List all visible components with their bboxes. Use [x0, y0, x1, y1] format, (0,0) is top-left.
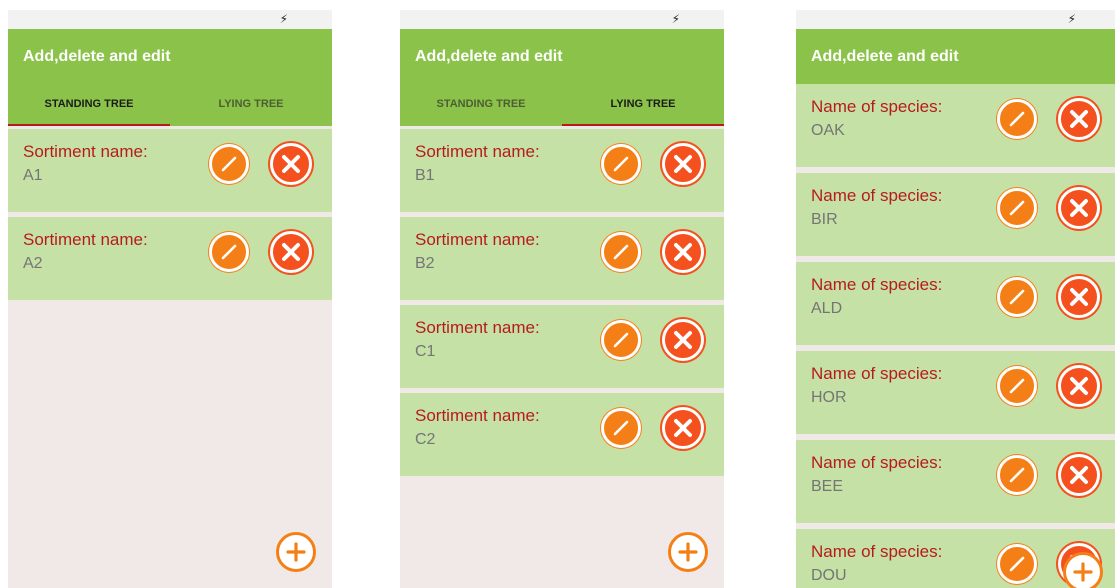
close-icon	[674, 331, 692, 349]
sortiment-list: Sortiment name: B1 Sortiment name: B2 So…	[400, 126, 724, 476]
close-icon	[674, 243, 692, 261]
edit-pencil-icon	[1009, 200, 1025, 216]
delete-button[interactable]	[662, 407, 704, 449]
tab-standing-tree[interactable]: STANDING TREE	[400, 84, 562, 126]
screen-standing-tree: ⚡ Add,delete and edit STANDING TREE LYIN…	[8, 10, 332, 588]
screen-species: ⚡ Add,delete and edit Name of species: O…	[796, 10, 1115, 588]
delete-button[interactable]	[1058, 365, 1100, 407]
list-item[interactable]: Name of species: ALD	[796, 262, 1115, 345]
edit-button[interactable]	[997, 544, 1037, 584]
charging-bolt-icon: ⚡	[279, 12, 288, 26]
close-icon	[1070, 466, 1088, 484]
close-icon	[1070, 288, 1088, 306]
delete-button[interactable]	[270, 231, 312, 273]
delete-button[interactable]	[270, 143, 312, 185]
edit-pencil-icon	[1009, 378, 1025, 394]
list-item[interactable]: Name of species: BIR	[796, 173, 1115, 256]
app-title: Add,delete and edit	[811, 48, 959, 65]
charging-bolt-icon: ⚡	[671, 12, 680, 26]
edit-pencil-icon	[1009, 289, 1025, 305]
edit-pencil-icon	[613, 420, 629, 436]
delete-button[interactable]	[662, 319, 704, 361]
list-item[interactable]: Name of species: HOR	[796, 351, 1115, 434]
edit-button[interactable]	[209, 232, 249, 272]
tab-lying-tree[interactable]: LYING TREE	[562, 84, 724, 126]
status-bar: ⚡	[400, 10, 724, 29]
edit-pencil-icon	[221, 156, 237, 172]
plus-icon	[1073, 562, 1093, 582]
app-title: Add,delete and edit	[23, 48, 171, 65]
edit-button[interactable]	[997, 188, 1037, 228]
delete-button[interactable]	[1058, 98, 1100, 140]
edit-pencil-icon	[613, 332, 629, 348]
edit-pencil-icon	[221, 244, 237, 260]
close-icon	[674, 419, 692, 437]
list-item[interactable]: Sortiment name: C1	[400, 305, 724, 388]
tab-lying-tree[interactable]: LYING TREE	[170, 84, 332, 126]
edit-button[interactable]	[997, 455, 1037, 495]
delete-button[interactable]	[662, 231, 704, 273]
tab-standing-tree[interactable]: STANDING TREE	[8, 84, 170, 126]
delete-button[interactable]	[1058, 187, 1100, 229]
add-button[interactable]	[668, 532, 708, 572]
list-item[interactable]: Sortiment name: A2	[8, 217, 332, 300]
app-bar: Add,delete and edit	[796, 29, 1115, 84]
close-icon	[1070, 377, 1088, 395]
edit-button[interactable]	[997, 366, 1037, 406]
screen-lying-tree: ⚡ Add,delete and edit STANDING TREE LYIN…	[400, 10, 724, 588]
edit-button[interactable]	[997, 277, 1037, 317]
add-button[interactable]	[1063, 552, 1103, 588]
edit-pencil-icon	[1009, 111, 1025, 127]
edit-pencil-icon	[613, 244, 629, 260]
delete-button[interactable]	[1058, 276, 1100, 318]
plus-icon	[286, 542, 306, 562]
close-icon	[1070, 110, 1088, 128]
app-bar: Add,delete and edit STANDING TREE LYING …	[8, 29, 332, 126]
list-item[interactable]: Name of species: OAK	[796, 84, 1115, 167]
app-title: Add,delete and edit	[415, 48, 563, 65]
plus-icon	[678, 542, 698, 562]
app-bar: Add,delete and edit STANDING TREE LYING …	[400, 29, 724, 126]
edit-button[interactable]	[601, 232, 641, 272]
add-button[interactable]	[276, 532, 316, 572]
list-item[interactable]: Sortiment name: A1	[8, 129, 332, 212]
close-icon	[282, 155, 300, 173]
delete-button[interactable]	[662, 143, 704, 185]
close-icon	[282, 243, 300, 261]
species-list: Name of species: OAK Name of species: BI…	[796, 84, 1115, 588]
charging-bolt-icon: ⚡	[1067, 12, 1076, 26]
edit-pencil-icon	[1009, 467, 1025, 483]
edit-pencil-icon	[613, 156, 629, 172]
list-item[interactable]: Name of species: BEE	[796, 440, 1115, 523]
tab-bar: STANDING TREE LYING TREE	[8, 84, 332, 126]
delete-button[interactable]	[1058, 454, 1100, 496]
edit-pencil-icon	[1009, 556, 1025, 572]
status-bar: ⚡	[8, 10, 332, 29]
edit-button[interactable]	[209, 144, 249, 184]
list-item[interactable]: Sortiment name: B2	[400, 217, 724, 300]
edit-button[interactable]	[997, 99, 1037, 139]
tab-bar: STANDING TREE LYING TREE	[400, 84, 724, 126]
sortiment-list: Sortiment name: A1 Sortiment name: A2	[8, 126, 332, 300]
list-item[interactable]: Sortiment name: B1	[400, 129, 724, 212]
close-icon	[1070, 199, 1088, 217]
edit-button[interactable]	[601, 144, 641, 184]
list-item[interactable]: Sortiment name: C2	[400, 393, 724, 476]
status-bar: ⚡	[796, 10, 1115, 29]
close-icon	[674, 155, 692, 173]
edit-button[interactable]	[601, 320, 641, 360]
edit-button[interactable]	[601, 408, 641, 448]
